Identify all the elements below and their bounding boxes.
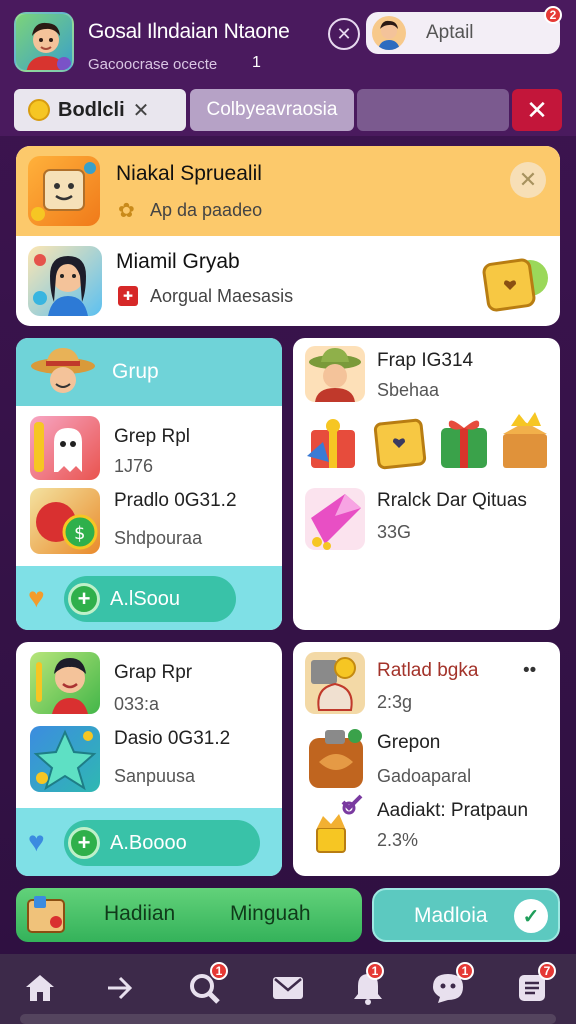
subtitle-count: 1	[252, 54, 261, 71]
chest-icon[interactable]	[371, 414, 431, 472]
group-card-a: Grup Grep Rpl 1J76 $ Pradlo 0G31.2 Shdpo…	[16, 338, 282, 630]
game-thumbnail-1[interactable]	[28, 156, 100, 226]
card-b-item-2-value: 33G	[377, 522, 412, 542]
heart-icon[interactable]: ♥	[28, 582, 45, 614]
close-tabs-button[interactable]: ✕	[512, 89, 562, 131]
potion-icon[interactable]: $	[30, 488, 100, 554]
card-a-item-2-subtitle: Shdpouraa	[114, 528, 203, 548]
profile-button[interactable]: Aptail	[366, 12, 560, 54]
character-hat-icon	[28, 344, 98, 400]
treasure-chest-icon[interactable]	[480, 250, 550, 316]
card-c-item-1-title: Grap Rpr	[114, 662, 193, 683]
app-title: Gosal Ilndaian Ntaone	[88, 20, 290, 43]
close-icon[interactable]: ✕	[328, 18, 360, 50]
crystal-icon[interactable]	[305, 488, 365, 550]
svg-text:$: $	[74, 523, 85, 544]
tab-label: Bodlcli	[58, 98, 125, 121]
more-options-icon[interactable]: ••	[523, 660, 536, 682]
card-b-item-1-title: Frap IG314	[377, 350, 474, 371]
featured-row-2-title: Miamil Gryab	[116, 250, 240, 273]
coin-icon	[28, 99, 50, 121]
featured-row-1-subtitle: Ap da paadeo	[150, 200, 263, 220]
sparkle-icon: ✿	[118, 200, 135, 222]
list-badge: 7	[538, 962, 556, 980]
card-d-item-2-subtitle: Gadoaparal	[377, 766, 472, 786]
secondary-action-button[interactable]: Madloia ✓	[372, 888, 560, 942]
featured-card: Niakal Spruealil Ap da paadeo ✿ ✕ Miamil…	[16, 146, 560, 326]
primary-action-label-right: Minguah	[230, 902, 311, 925]
card-a-item-1-title: Grep Rpl	[114, 426, 191, 447]
boy-avatar-icon[interactable]	[30, 652, 100, 714]
tab-third[interactable]	[357, 89, 509, 131]
card-a-item-1-value: 1J76	[114, 456, 154, 476]
gift-box-icon[interactable]	[303, 412, 365, 474]
home-indicator	[20, 1014, 556, 1024]
card-a-item-2-title: Pradlo 0G31.2	[114, 490, 237, 511]
profile-avatar	[372, 16, 406, 50]
tab-second[interactable]: Colbyeavraosia	[190, 89, 354, 131]
card-d-item-3-title: Aadiakt: Pratpaun	[377, 800, 529, 821]
group-card-c: Grap Rpr 033:a Dasio 0G31.2 Sanpuusa ♥ +…	[16, 642, 282, 876]
tab-active[interactable]: Bodlcli ✕	[14, 89, 186, 131]
card-c-item-2-title: Dasio 0G31.2	[114, 728, 231, 749]
dismiss-icon[interactable]: ✕	[510, 162, 546, 198]
app-subtitle: Gacoocrase ocecte	[88, 56, 218, 73]
plus-icon: +	[68, 583, 100, 615]
card-d-item-1-title: Ratlad bgka	[377, 660, 479, 681]
card-b-item-2-title: Rralck Dar Qituas	[377, 490, 527, 511]
ghost-icon[interactable]	[30, 416, 100, 480]
explorer-icon[interactable]	[305, 346, 365, 402]
coin-bag-icon[interactable]	[305, 652, 365, 714]
crate-icon[interactable]	[497, 410, 553, 472]
featured-row-1-title: Niakal Spruealil	[116, 162, 262, 185]
card-d-item-2-title: Grepon	[377, 732, 441, 753]
card-d-item-3-value: 2.3%	[377, 830, 419, 850]
card-b-item-1-subtitle: Sbehaa	[377, 380, 440, 400]
star-gem-icon[interactable]	[30, 726, 100, 792]
bell-badge: 1	[366, 962, 384, 980]
user-avatar[interactable]	[14, 12, 74, 72]
barrel-icon[interactable]	[305, 726, 367, 792]
primary-action-button[interactable]: Hadiian Minguah	[16, 888, 362, 942]
treasure-map-icon	[24, 892, 70, 938]
tab-close-icon[interactable]: ✕	[133, 98, 150, 123]
heart-icon[interactable]: ♥	[28, 826, 45, 858]
profile-label: Aptail	[426, 22, 474, 43]
share-arrow-icon[interactable]	[100, 968, 140, 1008]
featured-row-2-subtitle: Aorgual Maesasis	[150, 286, 294, 306]
group-card-a-title: Grup	[112, 360, 159, 383]
search-badge: 1	[210, 962, 228, 980]
profile-badge: 2	[544, 6, 562, 24]
card-a-add-button[interactable]: + A.lSoou	[64, 576, 236, 622]
gold-crown-icon[interactable]	[303, 794, 367, 858]
chat-badge: 1	[456, 962, 474, 980]
plus-icon: +	[68, 827, 100, 859]
secondary-action-label: Madloia	[414, 904, 488, 927]
tab-bar: Bodlcli ✕ Colbyeavraosia ✕	[0, 84, 576, 136]
game-thumbnail-2[interactable]	[28, 246, 102, 316]
tag-icon: ✚	[118, 286, 138, 306]
card-c-item-2-subtitle: Sanpuusa	[114, 766, 196, 786]
card-d-item-1-value: 2:3g	[377, 692, 413, 712]
card-c-item-1-value: 033:a	[114, 694, 160, 714]
group-card-d: Ratlad bgka 2:3g •• Grepon Gadoaparal Aa…	[293, 642, 560, 876]
card-c-button-label: A.Boooo	[110, 831, 187, 854]
card-c-add-button[interactable]: + A.Boooo	[64, 820, 260, 866]
card-a-button-label: A.lSoou	[110, 587, 181, 610]
group-card-b: Frap IG314 Sbehaa Rralck Dar Qituas 33G	[293, 338, 560, 630]
app-header: Gosal Ilndaian Ntaone Gacoocrase ocecte …	[0, 0, 576, 84]
home-icon[interactable]	[20, 968, 60, 1008]
primary-action-label-left: Hadiian	[104, 902, 176, 925]
check-icon: ✓	[514, 899, 548, 933]
present-icon[interactable]	[435, 412, 493, 472]
mail-icon[interactable]	[268, 968, 308, 1008]
